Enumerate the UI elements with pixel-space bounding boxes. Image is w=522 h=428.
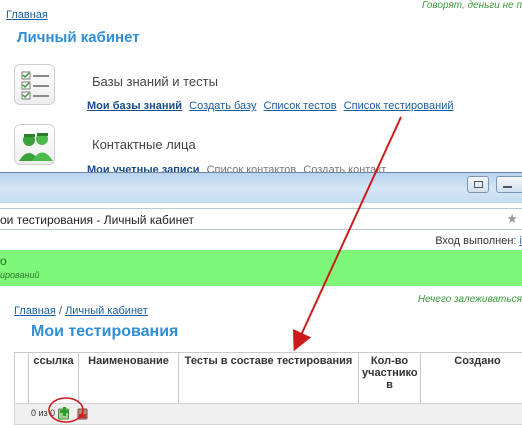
add-green-icon[interactable] xyxy=(58,407,71,420)
checklist-icon xyxy=(14,64,55,105)
minimize-button[interactable] xyxy=(496,176,522,193)
column-name[interactable]: Наименование xyxy=(78,352,179,405)
column-participants[interactable]: Кол-во участнико в xyxy=(358,352,421,405)
column-link[interactable]: ссылка xyxy=(28,352,79,405)
bg-section-title-kb: Базы знаний и тесты xyxy=(92,74,218,89)
bg-page-title: Личный кабинет xyxy=(17,29,140,46)
bg-section-title-contacts: Контактные лица xyxy=(92,137,196,152)
tab-title: ои тестирования - Личный кабинет xyxy=(0,213,194,227)
browser-window: ои тестирования - Личный кабинет ★ Вход … xyxy=(0,172,522,428)
page-title: Мои тестирования xyxy=(31,323,179,340)
minimize-icon xyxy=(503,186,512,188)
link-test-list[interactable]: Список тестов xyxy=(264,100,337,112)
window-titlebar[interactable] xyxy=(0,173,522,203)
address-bar[interactable]: ои тестирования - Личный кабинет ★ xyxy=(0,208,522,230)
breadcrumb-home[interactable]: Главная xyxy=(14,305,56,317)
bg-breadcrumb-home[interactable]: Главная xyxy=(6,9,48,21)
bg-section-links-kb: Мои базы знаний Создать базу Список тест… xyxy=(87,100,457,112)
breadcrumb-separator: / xyxy=(58,305,62,317)
people-icon xyxy=(14,124,55,165)
record-count: 0 из 0 xyxy=(31,408,56,418)
login-status: Вход выполнен: i xyxy=(435,235,522,247)
star-icon[interactable]: ★ xyxy=(506,211,518,227)
banner-subtitle: ирований xyxy=(0,270,40,280)
link-create-kb[interactable]: Создать базу xyxy=(189,100,256,112)
login-strip: Вход выполнен: i xyxy=(0,231,522,251)
breadcrumb-cabinet[interactable]: Личный кабинет xyxy=(65,305,148,317)
breadcrumb: Главная / Личный кабинет xyxy=(14,305,148,317)
login-label: Вход выполнен: xyxy=(435,235,517,247)
column-tests[interactable]: Тесты в составе тестирования xyxy=(178,352,359,405)
table-header-row: ссылка Наименование Тесты в составе тест… xyxy=(14,352,522,405)
site-banner: о ирований xyxy=(0,250,522,286)
bg-slogan: Говорят, деньги не п xyxy=(421,0,522,11)
testings-table: ссылка Наименование Тесты в составе тест… xyxy=(14,352,522,405)
slogan: Нечего залеживаться xyxy=(417,294,522,305)
restore-button[interactable] xyxy=(467,176,489,193)
background-page: Главная Говорят, деньги не п Личный каби… xyxy=(0,0,522,176)
delete-red-icon[interactable] xyxy=(76,407,89,420)
restore-icon xyxy=(474,181,483,188)
column-created[interactable]: Создано xyxy=(420,352,522,405)
link-my-kb[interactable]: Мои базы знаний xyxy=(87,100,182,112)
banner-title: о xyxy=(0,254,7,268)
link-testing-list[interactable]: Список тестирований xyxy=(344,100,454,112)
grid-pager: 0 из 0 xyxy=(14,403,522,425)
row-selector-header xyxy=(14,352,29,405)
